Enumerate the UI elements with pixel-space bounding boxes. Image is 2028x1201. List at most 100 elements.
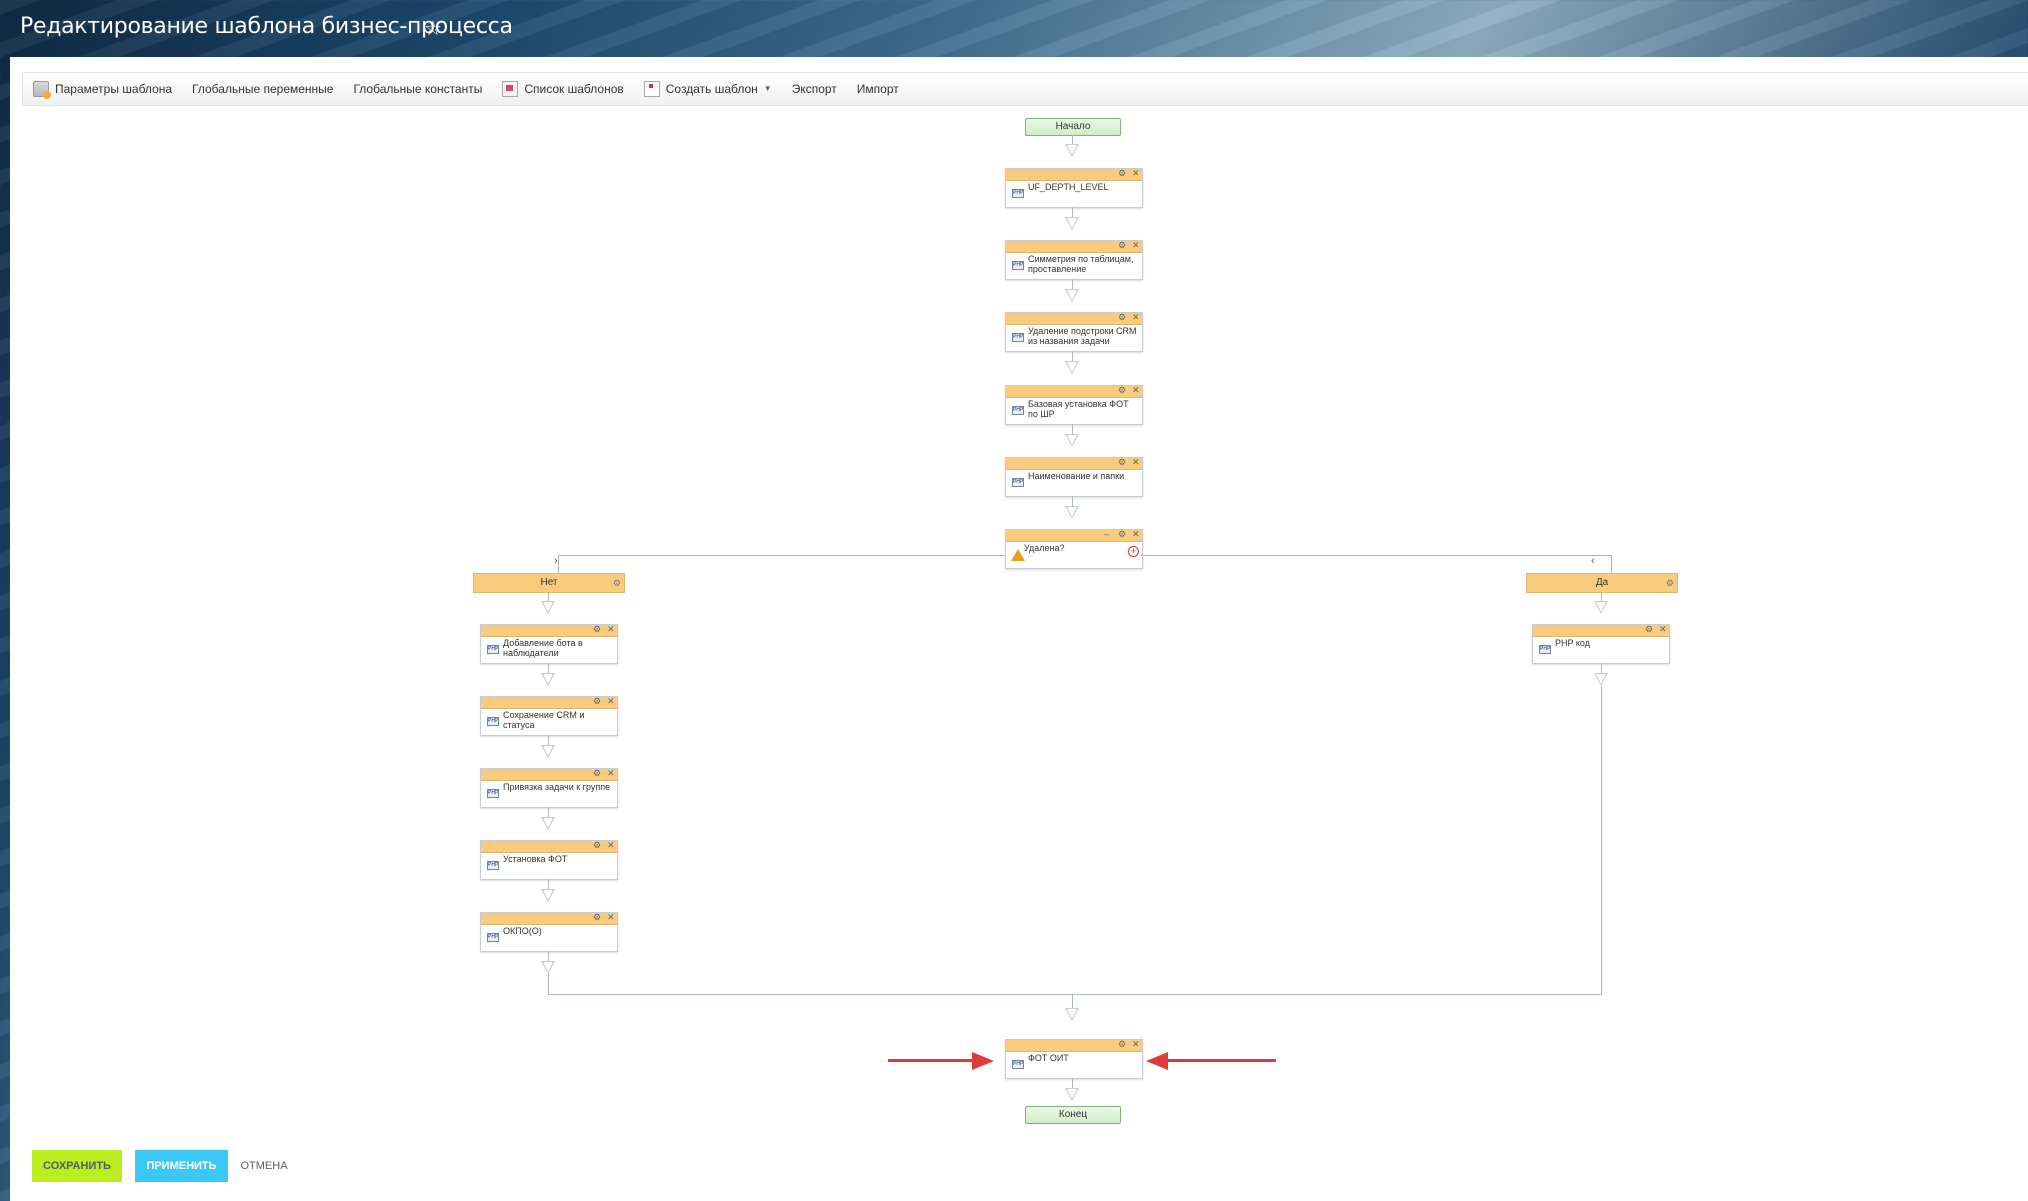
connector (548, 879, 549, 889)
php-icon: PHP (1012, 189, 1024, 198)
activity-title: Сохранение CRM и статуса (503, 710, 585, 730)
annotation-arrow-left-icon (1146, 1052, 1168, 1070)
activity-block[interactable]: ⚙ ✕ PHP Сохранение CRM и статуса (480, 696, 618, 736)
apply-button[interactable]: Применить (135, 1150, 228, 1182)
condition-block[interactable]: – ⚙ ✕ Удалена? + (1005, 529, 1143, 569)
settings-icon[interactable]: ⚙ (1118, 529, 1126, 540)
php-icon: PHP (487, 717, 499, 726)
settings-icon[interactable]: ⚙ (1118, 1039, 1126, 1050)
branch-no-label: Нет (540, 577, 558, 588)
arrow-icon (541, 817, 555, 830)
arrow-icon (541, 601, 555, 614)
cancel-button[interactable]: Отмена (240, 1150, 288, 1182)
php-icon: PHP (487, 933, 499, 942)
activity-block[interactable]: ⚙ ✕ PHP Установка ФОТ (480, 840, 618, 880)
process-diagram: Начало ⚙ ✕ PHP UF_DEPTH_LEVEL ⚙ ✕ PHP Си… (10, 57, 2028, 1201)
activity-block-highlighted[interactable]: ⚙ ✕ PHP ФОТ ОИТ (1005, 1039, 1143, 1079)
activity-block[interactable]: ⚙ ✕ PHP PHP код (1532, 624, 1670, 664)
activity-title: Симметрия по таблицам, проставление (1028, 254, 1134, 274)
php-icon: PHP (1539, 645, 1551, 654)
connector (1072, 207, 1073, 217)
settings-icon[interactable]: ⚙ (1118, 240, 1126, 251)
activity-header: ⚙ ✕ (1006, 385, 1142, 398)
arrow-icon (541, 961, 555, 974)
start-node[interactable]: Начало (1025, 118, 1121, 136)
activity-title: UF_DEPTH_LEVEL (1028, 182, 1109, 192)
activity-block[interactable]: ⚙ ✕ PHP ОКПО(О) (480, 912, 618, 952)
close-icon[interactable]: ✕ (1132, 1039, 1140, 1050)
close-icon[interactable]: ✕ (1659, 624, 1667, 635)
php-icon: PHP (487, 861, 499, 870)
settings-icon[interactable]: ⚙ (593, 696, 601, 707)
settings-icon[interactable]: ⚙ (1645, 624, 1653, 635)
activity-block[interactable]: ⚙ ✕ PHP Симметрия по таблицам, проставле… (1005, 240, 1143, 280)
arrow-icon (541, 745, 555, 758)
workarea: Параметры шаблона Глобальные переменные … (10, 57, 2028, 1201)
close-icon[interactable]: ✕ (1132, 457, 1140, 468)
close-icon[interactable]: ✕ (1132, 240, 1140, 251)
activity-header: ⚙ ✕ (1006, 312, 1142, 325)
activity-block[interactable]: ⚙ ✕ PHP Привязка задачи к группе (480, 768, 618, 808)
activity-block[interactable]: ⚙ ✕ PHP Наименование и папки (1005, 457, 1143, 497)
activity-header: ⚙ ✕ (1006, 457, 1142, 470)
settings-icon[interactable]: ⚙ (593, 624, 601, 635)
activity-header: ⚙ ✕ (481, 912, 617, 925)
connector (1072, 496, 1073, 506)
activity-header: – ⚙ ✕ (1006, 529, 1142, 542)
connector (1072, 994, 1073, 1008)
activity-title: Наименование и папки (1028, 471, 1125, 481)
activity-title: Установка ФОТ (503, 854, 568, 864)
activity-title: Добавление бота в наблюдатели (503, 638, 583, 658)
activity-block[interactable]: ⚙ ✕ PHP Базовая установка ФОТ по ШР (1005, 385, 1143, 425)
connector (548, 807, 549, 817)
arrow-icon (1065, 361, 1079, 374)
close-icon[interactable]: ✕ (1132, 385, 1140, 396)
close-icon[interactable]: ✕ (1132, 312, 1140, 323)
close-icon[interactable]: ✕ (1132, 168, 1140, 179)
connector (548, 593, 549, 601)
close-icon[interactable]: ✕ (607, 768, 615, 779)
activity-title: ФОТ ОИТ (1028, 1053, 1069, 1063)
close-icon[interactable]: ✕ (607, 840, 615, 851)
arrow-icon (1594, 601, 1608, 614)
settings-icon[interactable]: ⚙ (593, 840, 601, 851)
settings-icon[interactable]: ⚙ (1118, 312, 1126, 323)
arrow-icon (1065, 289, 1079, 302)
settings-icon[interactable]: ⚙ (1118, 168, 1126, 179)
chevron-right-icon[interactable]: › (554, 555, 558, 567)
close-icon[interactable]: ✕ (1132, 529, 1140, 540)
settings-icon[interactable]: ⚙ (1118, 385, 1126, 396)
activity-title: PHP код (1555, 638, 1590, 648)
arrow-icon (541, 889, 555, 902)
activity-title: Привязка задачи к группе (503, 782, 611, 792)
settings-icon[interactable]: ⚙ (593, 768, 601, 779)
settings-icon[interactable]: ⚙ (1666, 574, 1674, 592)
end-node[interactable]: Конец (1025, 1106, 1121, 1124)
arrow-icon (1065, 1008, 1079, 1021)
connector (1072, 1078, 1073, 1088)
activity-block[interactable]: ⚙ ✕ PHP UF_DEPTH_LEVEL (1005, 168, 1143, 208)
activity-header: ⚙ ✕ (1006, 240, 1142, 253)
settings-icon[interactable]: ⚙ (1118, 457, 1126, 468)
php-icon: PHP (487, 789, 499, 798)
branch-no[interactable]: Нет ⚙ (473, 573, 625, 593)
php-icon: PHP (487, 645, 499, 654)
connector (1601, 686, 1602, 994)
activity-block[interactable]: ⚙ ✕ PHP Добавление бота в наблюдатели (480, 624, 618, 664)
minimize-icon[interactable]: – (1104, 529, 1109, 540)
settings-icon[interactable]: ⚙ (593, 912, 601, 923)
branch-yes[interactable]: Да ⚙ (1526, 573, 1678, 593)
close-icon[interactable]: ✕ (607, 696, 615, 707)
close-icon[interactable]: ✕ (607, 624, 615, 635)
close-icon[interactable]: ✕ (607, 912, 615, 923)
connector (548, 974, 549, 994)
settings-icon[interactable]: ⚙ (613, 574, 621, 592)
activity-header: ⚙ ✕ (1006, 168, 1142, 181)
connector (548, 951, 549, 961)
activity-block[interactable]: ⚙ ✕ PHP Удаление подстроки CRM из назван… (1005, 312, 1143, 352)
add-branch-icon[interactable]: + (1128, 546, 1139, 557)
favorite-star-icon[interactable]: ☆ (424, 16, 442, 41)
activity-header: ⚙ ✕ (481, 768, 617, 781)
save-button[interactable]: Сохранить (32, 1150, 122, 1182)
chevron-left-icon[interactable]: ‹ (1591, 555, 1595, 567)
